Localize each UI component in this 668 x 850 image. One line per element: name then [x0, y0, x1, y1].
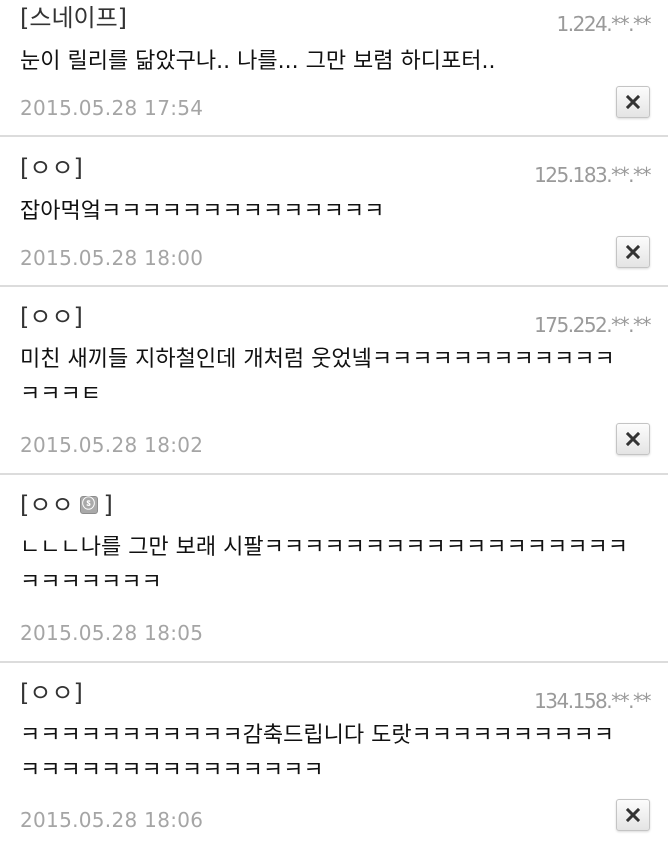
close-icon	[626, 245, 640, 259]
comment-text: ㅋㅋㅋㅋㅋㅋㅋㅋㅋㅋㅋ감축드립니다 도랏ㅋㅋㅋㅋㅋㅋㅋㅋㅋㅋㅋㅋㅋㅋㅋㅋㅋㅋㅋㅋ…	[20, 723, 614, 783]
comment-date: 2015.05.28 18:02	[20, 433, 204, 457]
close-icon	[626, 432, 640, 446]
comment-item: [ㅇㅇ ⓢ ] ㄴㄴㄴ나를 그만 보래 시팔ㅋㅋㅋㅋㅋㅋㅋㅋㅋㅋㅋㅋㅋㅋㅋㅋㅋㅋ…	[0, 475, 668, 663]
comment-ip: 134.158.**.**	[534, 689, 651, 713]
comment-ip: 125.183.**.**	[534, 163, 651, 187]
delete-comment-button[interactable]	[616, 799, 650, 831]
comment-text: 미친 새끼들 지하철인데 개처럼 웃었넼ㅋㅋㅋㅋㅋㅋㅋㅋㅋㅋㅋㅋㅋㅋㅋㅌ	[20, 347, 615, 407]
delete-comment-button[interactable]	[616, 423, 650, 455]
comment-ip: 175.252.**.**	[534, 313, 651, 337]
comment-text: ㄴㄴㄴ나를 그만 보래 시팔ㅋㅋㅋㅋㅋㅋㅋㅋㅋㅋㅋㅋㅋㅋㅋㅋㅋㅋㅋㅋㅋㅋㅋㅋㅋ	[20, 535, 628, 595]
delete-comment-button[interactable]	[616, 86, 650, 118]
comment-date: 2015.05.28 18:05	[20, 621, 204, 645]
comment-ip: 1.224.**.**	[556, 12, 652, 36]
comment-date: 2015.05.28 17:54	[20, 96, 204, 120]
comment-nickname[interactable]: [ㅇㅇ]	[20, 302, 83, 332]
comment-item: [ㅇㅇ] 125.183.**.** 잡아먹엌ㅋㅋㅋㅋㅋㅋㅋㅋㅋㅋㅋㅋㅋㅋ 20…	[0, 137, 668, 287]
comment-nickname[interactable]: [스네이프]	[20, 3, 127, 33]
delete-comment-button[interactable]	[616, 236, 650, 268]
comment-list: [스네이프] 1.224.**.** 눈이 릴리를 닮았구나.. 나를... 그…	[0, 0, 668, 850]
comment-item: [ㅇㅇ] 134.158.**.** ㅋㅋㅋㅋㅋㅋㅋㅋㅋㅋㅋ감축드립니다 도랏ㅋ…	[0, 663, 668, 850]
close-icon	[626, 808, 640, 822]
comment-nickname[interactable]: [ㅇㅇ ⓢ ]	[20, 490, 113, 520]
comment-date: 2015.05.28 18:06	[20, 808, 204, 832]
comment-text: 눈이 릴리를 닮았구나.. 나를... 그만 보렴 하디포터..	[20, 49, 496, 74]
comment-text: 잡아먹엌ㅋㅋㅋㅋㅋㅋㅋㅋㅋㅋㅋㅋㅋㅋ	[20, 199, 385, 224]
comment-nickname[interactable]: [ㅇㅇ]	[20, 153, 83, 183]
comment-item: [ㅇㅇ] 175.252.**.** 미친 새끼들 지하철인데 개처럼 웃었넼ㅋ…	[0, 287, 668, 475]
fixed-nick-badge-icon: ⓢ	[79, 496, 98, 514]
comment-nickname-prefix: [ㅇㅇ	[20, 491, 74, 519]
comment-nickname[interactable]: [ㅇㅇ]	[20, 678, 83, 708]
comment-nickname-suffix: ]	[103, 491, 113, 519]
comment-item: [스네이프] 1.224.**.** 눈이 릴리를 닮았구나.. 나를... 그…	[0, 0, 668, 137]
close-icon	[626, 95, 640, 109]
comment-date: 2015.05.28 18:00	[20, 246, 204, 270]
